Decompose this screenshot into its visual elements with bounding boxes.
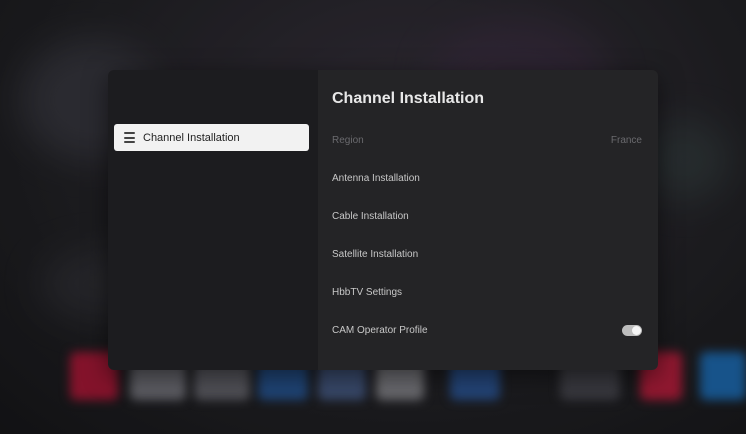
toggle-knob bbox=[632, 325, 641, 335]
sidebar-item-label: Channel Installation bbox=[143, 131, 240, 144]
menu-item-label: Satellite Installation bbox=[332, 248, 419, 260]
list-icon bbox=[124, 132, 135, 143]
menu-item-label: Region bbox=[332, 134, 364, 146]
menu-item-region[interactable]: Region France bbox=[332, 126, 642, 154]
panel-title: Channel Installation bbox=[332, 90, 485, 107]
menu-item-hbbtv-settings[interactable]: HbbTV Settings bbox=[332, 278, 642, 306]
menu-item-antenna-installation[interactable]: Antenna Installation bbox=[332, 164, 642, 192]
menu-item-cam-operator-profile[interactable]: CAM Operator Profile bbox=[332, 316, 642, 344]
menu-item-label: HbbTV Settings bbox=[332, 286, 403, 298]
settings-sidebar: Channel Installation bbox=[108, 70, 318, 370]
settings-dialog: Channel Installation Channel Installatio… bbox=[108, 70, 658, 370]
menu-item-satellite-installation[interactable]: Satellite Installation bbox=[332, 240, 642, 268]
region-value: France bbox=[610, 134, 642, 146]
sidebar-item-channel-installation[interactable]: Channel Installation bbox=[114, 124, 309, 151]
menu-item-label: CAM Operator Profile bbox=[332, 324, 428, 336]
cam-operator-profile-toggle[interactable] bbox=[622, 324, 642, 336]
settings-panel: Channel Installation Region France Anten… bbox=[318, 70, 658, 370]
menu-item-label: Antenna Installation bbox=[332, 172, 420, 184]
menu-item-label: Cable Installation bbox=[332, 210, 409, 222]
menu-item-cable-installation[interactable]: Cable Installation bbox=[332, 202, 642, 230]
